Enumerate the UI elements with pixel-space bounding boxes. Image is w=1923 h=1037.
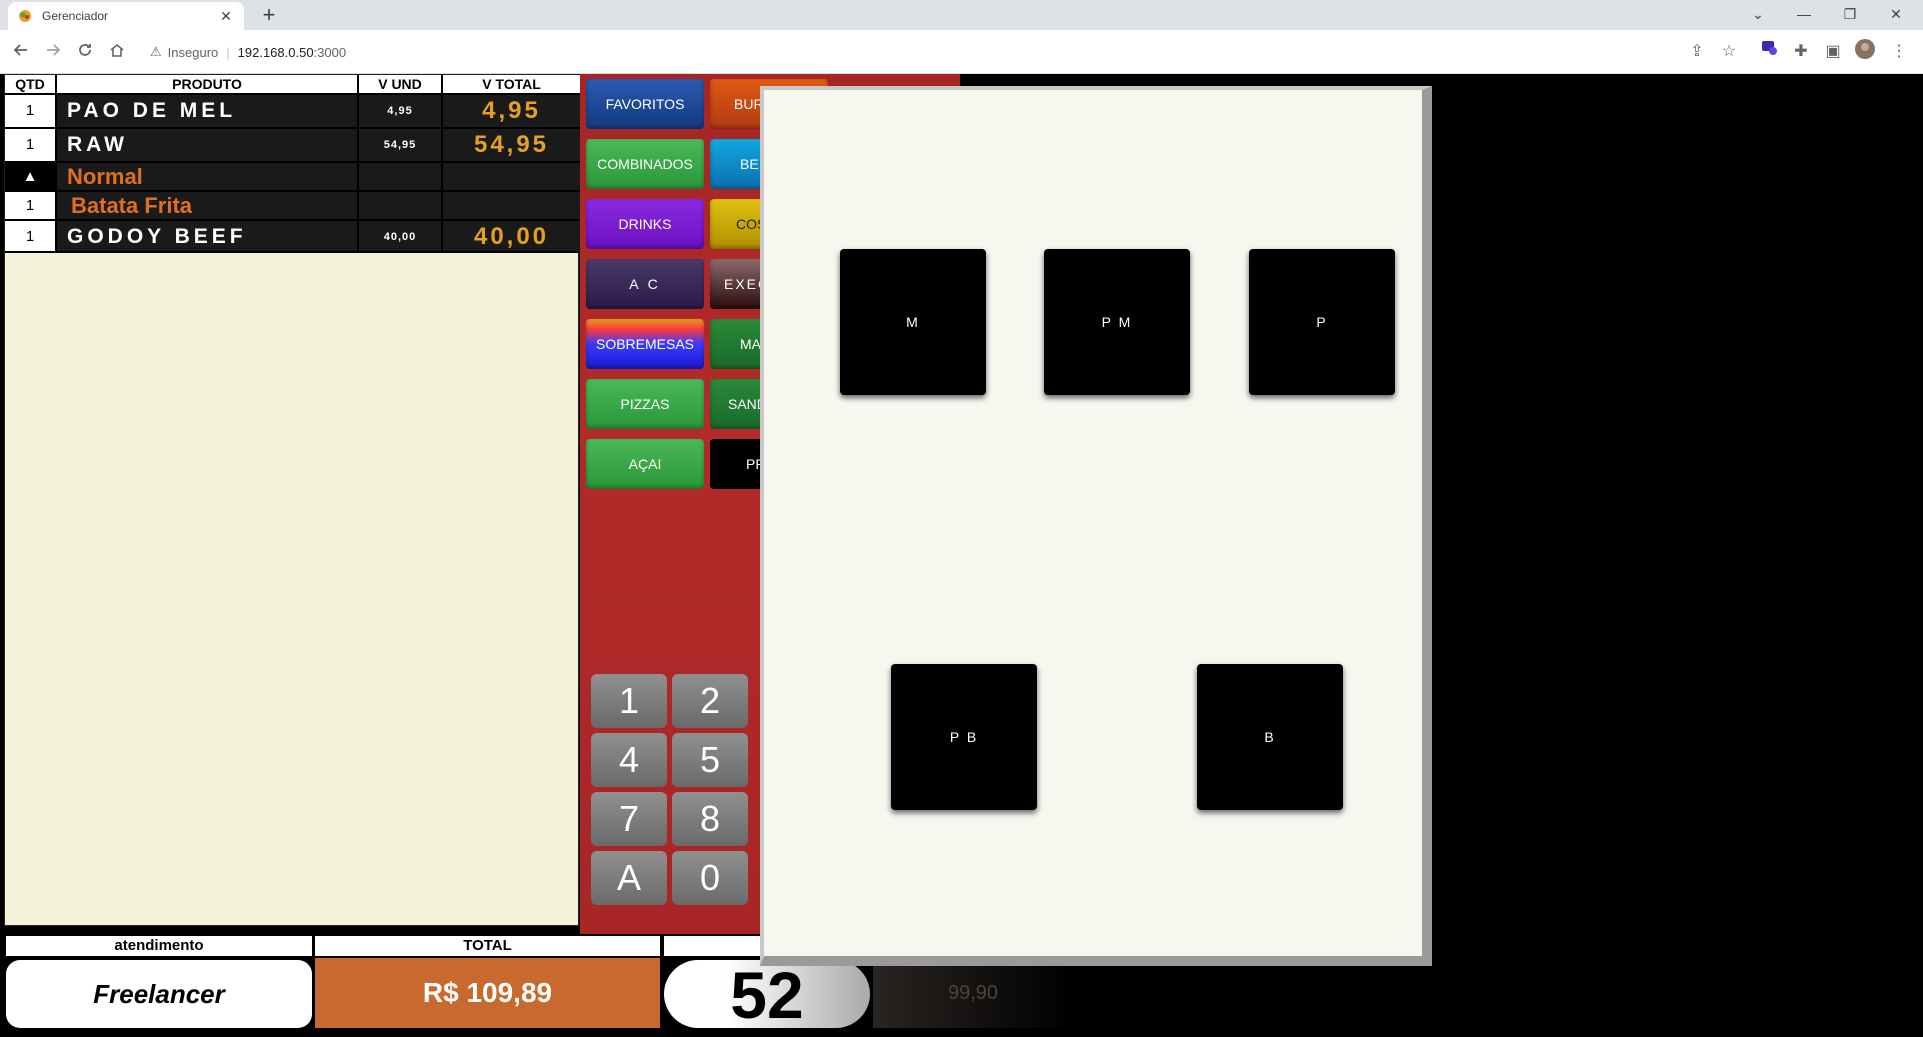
restore-button[interactable]: ❐ bbox=[1827, 0, 1873, 30]
category-sobremesas[interactable]: SOBREMESAS bbox=[586, 319, 704, 369]
header-total-price: V TOTAL bbox=[482, 76, 541, 92]
pos-app: FAVORITOS COMBINADOS DRINKS A C SOBREMES… bbox=[0, 74, 1923, 1037]
category-favoritos[interactable]: FAVORITOS bbox=[586, 79, 704, 129]
tab-title: Gerenciador bbox=[42, 9, 109, 23]
order-product: PAO DE MEL bbox=[57, 95, 359, 127]
size-selection-modal: M P M P P B B bbox=[760, 86, 1432, 966]
browser-tab-strip: Gerenciador ✕ + ⌄ — ❐ ✕ bbox=[0, 0, 1923, 30]
size-option-b[interactable]: B bbox=[1197, 664, 1343, 810]
header-product: PRODUTO bbox=[57, 75, 359, 93]
order-unit-price: 4,95 bbox=[359, 95, 443, 127]
numpad-key-1[interactable]: 1 bbox=[591, 674, 667, 728]
minimize-button[interactable]: — bbox=[1781, 0, 1827, 30]
address-port[interactable]: :3000 bbox=[314, 45, 347, 60]
order-row[interactable]: 1 RAW 54,95 54,95 bbox=[5, 127, 580, 161]
order-total-price: 54,95 bbox=[443, 129, 580, 161]
order-qty: 1 bbox=[5, 129, 57, 161]
numpad-key-7[interactable]: 7 bbox=[591, 792, 667, 846]
new-tab-button[interactable]: + bbox=[256, 3, 282, 29]
order-unit-price bbox=[359, 192, 443, 219]
category-drinks[interactable]: DRINKS bbox=[586, 199, 704, 249]
size-option-m[interactable]: M bbox=[840, 249, 986, 395]
numpad-key-2[interactable]: 2 bbox=[672, 674, 748, 728]
reload-icon[interactable] bbox=[70, 37, 100, 67]
order-total-price bbox=[443, 192, 580, 219]
menu-kebab-icon[interactable]: ⋮ bbox=[1885, 38, 1913, 66]
size-option-pb[interactable]: P B bbox=[891, 664, 1037, 810]
share-icon[interactable]: ⇪ bbox=[1683, 38, 1711, 66]
order-unit-price: 54,95 bbox=[359, 129, 443, 161]
order-product: GODOY BEEF bbox=[57, 221, 359, 251]
address-toolbar: ⚠ Inseguro | 192.168.0.50:3000 ⇪ ☆ ✚ ▣ ⋮ bbox=[0, 30, 1923, 74]
order-modifier-row[interactable]: ▲ Normal bbox=[5, 161, 580, 190]
attendant-label: atendimento bbox=[6, 936, 312, 956]
header-qty: QTD bbox=[5, 75, 57, 93]
insecure-label[interactable]: Inseguro bbox=[168, 45, 219, 60]
order-row[interactable]: 1 GODOY BEEF 40,00 40,00 bbox=[5, 219, 580, 253]
category-ac[interactable]: A C bbox=[586, 259, 704, 309]
order-product: RAW bbox=[57, 129, 359, 161]
order-qty: 1 bbox=[5, 95, 57, 127]
forward-icon[interactable] bbox=[38, 37, 68, 67]
address-host[interactable]: 192.168.0.50 bbox=[238, 45, 314, 60]
collapse-arrow-icon[interactable]: ▲ bbox=[5, 163, 57, 190]
order-row[interactable]: 1 Batata Frita bbox=[5, 190, 580, 219]
total-value: R$ 109,89 bbox=[315, 958, 660, 1028]
category-combinados[interactable]: COMBINADOS bbox=[586, 139, 704, 189]
order-header: QTD PRODUTO V UND V TOTAL bbox=[5, 75, 580, 93]
address-bar[interactable]: ⚠ Inseguro | 192.168.0.50:3000 bbox=[140, 37, 1740, 67]
address-separator: | bbox=[226, 44, 230, 60]
browser-tab[interactable]: Gerenciador ✕ bbox=[8, 2, 244, 30]
site-favicon-icon bbox=[18, 9, 32, 23]
table-number[interactable]: 52 bbox=[664, 960, 870, 1030]
order-unit-price bbox=[359, 163, 443, 190]
order-total-price: 40,00 bbox=[443, 221, 580, 251]
tab-search-icon[interactable]: ⌄ bbox=[1735, 0, 1781, 30]
header-unit-price: V UND bbox=[359, 75, 443, 93]
numpad-key-a[interactable]: A bbox=[591, 851, 667, 905]
numpad-key-8[interactable]: 8 bbox=[672, 792, 748, 846]
category-acai[interactable]: AÇAI bbox=[586, 439, 704, 489]
close-window-button[interactable]: ✕ bbox=[1873, 0, 1919, 30]
size-option-pm[interactable]: P M bbox=[1044, 249, 1190, 395]
home-icon[interactable] bbox=[102, 37, 132, 67]
order-qty: 1 bbox=[5, 192, 57, 219]
faded-price: 99,90 bbox=[873, 958, 1073, 1028]
order-product: Batata Frita bbox=[57, 192, 359, 219]
order-total-price bbox=[443, 163, 580, 190]
order-unit-price: 40,00 bbox=[359, 221, 443, 251]
size-option-p[interactable]: P bbox=[1249, 249, 1395, 395]
order-row[interactable]: 1 PAO DE MEL 4,95 4,95 bbox=[5, 93, 580, 127]
insecure-warning-icon[interactable]: ⚠ bbox=[150, 44, 162, 60]
category-pizzas[interactable]: PIZZAS bbox=[586, 379, 704, 429]
bookmark-star-icon[interactable]: ☆ bbox=[1715, 38, 1743, 66]
extension-badge-icon[interactable] bbox=[1755, 38, 1783, 66]
numpad-key-5[interactable]: 5 bbox=[672, 733, 748, 787]
total-label: TOTAL bbox=[315, 936, 660, 956]
side-panel-icon[interactable]: ▣ bbox=[1819, 38, 1847, 66]
profile-avatar[interactable] bbox=[1851, 38, 1879, 66]
order-modifier: Normal bbox=[57, 163, 359, 190]
order-list: QTD PRODUTO V UND V TOTAL 1 PAO DE MEL 4… bbox=[4, 74, 580, 926]
numpad-key-4[interactable]: 4 bbox=[591, 733, 667, 787]
attendant-value[interactable]: Freelancer bbox=[6, 960, 312, 1028]
back-icon[interactable] bbox=[6, 37, 36, 67]
numpad-key-0[interactable]: 0 bbox=[672, 851, 748, 905]
order-total-price: 4,95 bbox=[443, 95, 580, 127]
order-qty: 1 bbox=[5, 221, 57, 251]
tab-close-icon[interactable]: ✕ bbox=[218, 8, 234, 25]
extensions-puzzle-icon[interactable]: ✚ bbox=[1787, 38, 1815, 66]
